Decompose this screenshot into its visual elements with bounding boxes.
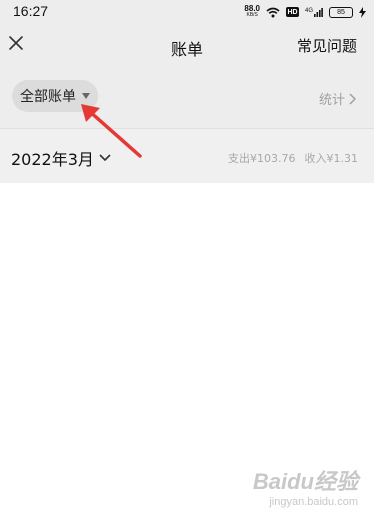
watermark-brand: Baidu经验 [252, 469, 358, 494]
battery-indicator: 85 [329, 6, 353, 18]
month-summary-row: 2022年3月 支出¥103.76 收入¥1.31 [0, 129, 374, 183]
watermark: Baidu经验 jingyan.baidu.com [253, 464, 358, 508]
stats-link[interactable]: 统计 [319, 89, 356, 108]
status-bar: 16:27 88.0 KB/S HD 4G 85 [0, 0, 374, 24]
chevron-right-icon [349, 92, 356, 105]
signal-icon: 4G [305, 8, 323, 17]
stats-label: 统计 [318, 93, 345, 108]
svg-text:4G: 4G [305, 8, 313, 14]
hd-badge: HD [286, 7, 299, 17]
income-total: 收入¥1.31 [304, 152, 359, 165]
faq-link[interactable]: 常见问题 [297, 35, 357, 56]
charging-icon [359, 6, 366, 18]
annotation-arrow-icon [81, 104, 142, 158]
wifi-icon [266, 7, 280, 17]
network-speed-unit: KB/S [246, 12, 258, 18]
caret-down-icon [82, 93, 90, 99]
status-time: 16:27 [13, 3, 49, 19]
network-speed-value: 88.0 [244, 4, 260, 13]
network-speed: 88.0 KB/S [244, 5, 260, 19]
expense-total: 支出¥103.76 [228, 152, 296, 165]
watermark-url: jingyan.baidu.com [269, 496, 358, 508]
bill-filter-label: 全部账单 [20, 89, 76, 105]
nav-bar: 账单 常见问题 [0, 24, 374, 68]
filter-row: 全部账单 统计 [0, 68, 374, 128]
month-summary: 支出¥103.76 收入¥1.31 [228, 150, 358, 166]
status-icons: 88.0 KB/S HD 4G 85 [244, 3, 366, 21]
